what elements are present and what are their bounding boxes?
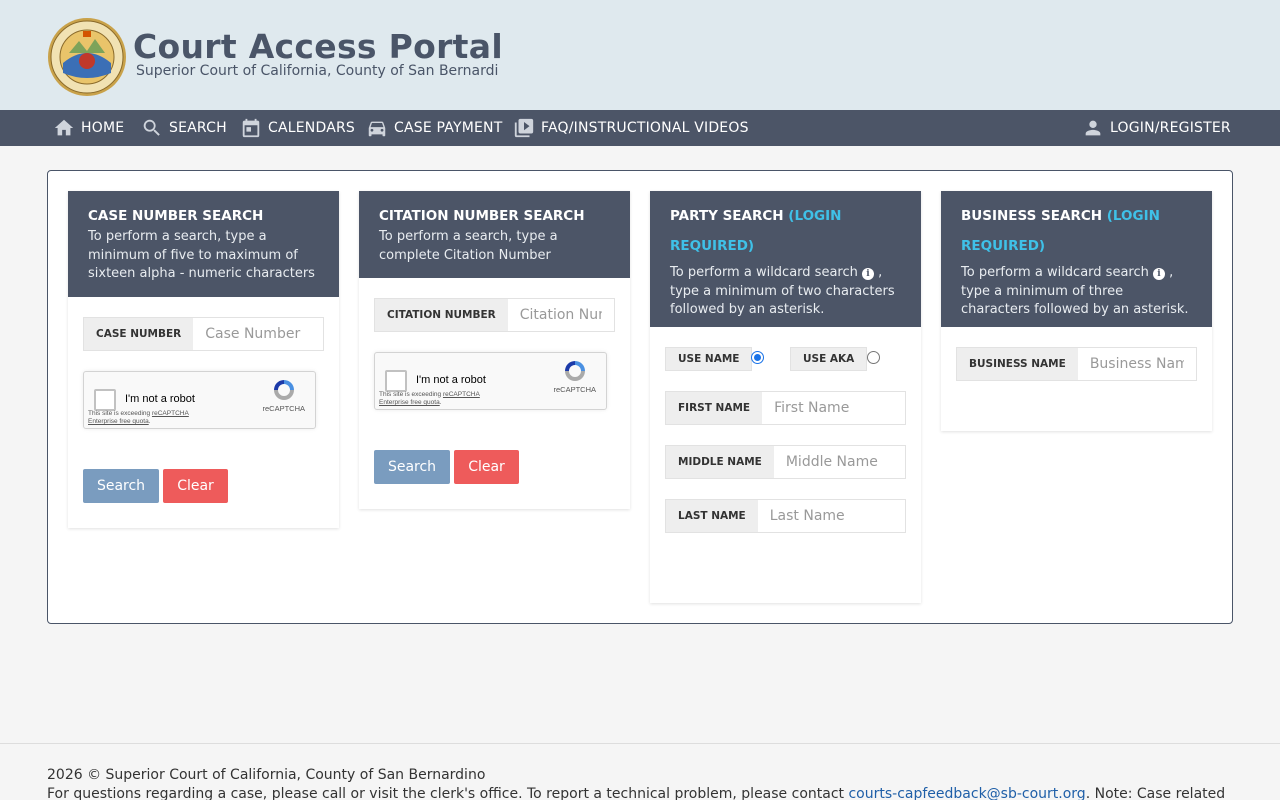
- recaptcha-label: I'm not a robot: [416, 374, 486, 386]
- citation-number-search-header: CITATION NUMBER SEARCH To perform a sear…: [359, 191, 630, 278]
- recaptcha-brand: reCAPTCHA: [553, 385, 596, 394]
- search-icon: [143, 119, 160, 136]
- recaptcha-label: I'm not a robot: [125, 393, 195, 405]
- nav-login-label: LOGIN/REGISTER: [1110, 120, 1231, 136]
- last-name-input[interactable]: [757, 500, 905, 532]
- last-name-label: LAST NAME: [666, 500, 758, 532]
- party-search-desc-a: To perform a wildcard search: [670, 265, 858, 280]
- nav-search-label: SEARCH: [169, 120, 227, 136]
- case-search-button[interactable]: Search: [83, 469, 159, 503]
- nav-calendars[interactable]: CALENDARS: [240, 110, 355, 146]
- use-aka-label: USE AKA: [790, 347, 868, 371]
- case-number-input[interactable]: [193, 318, 323, 350]
- citation-clear-button[interactable]: Clear: [454, 450, 519, 484]
- recaptcha-quota: This site is exceeding reCAPTCHA Enterpr…: [379, 391, 509, 407]
- nav-faq[interactable]: FAQ/INSTRUCTIONAL VIDEOS: [513, 110, 749, 146]
- use-name-radio[interactable]: [751, 351, 764, 364]
- citation-number-field: CITATION NUMBER: [374, 298, 615, 332]
- recaptcha-icon: [274, 380, 294, 400]
- citation-number-search-card: CITATION NUMBER SEARCH To perform a sear…: [359, 191, 630, 509]
- citation-number-search-title: CITATION NUMBER SEARCH: [379, 208, 585, 224]
- case-number-label: CASE NUMBER: [84, 318, 194, 350]
- citation-number-input[interactable]: [507, 299, 614, 331]
- case-number-search-title: CASE NUMBER SEARCH: [88, 208, 264, 224]
- recaptcha-widget: I'm not a robot reCAPTCHA This site is e…: [374, 352, 607, 410]
- nav-case-payment-label: CASE PAYMENT: [394, 120, 503, 136]
- business-search-title: BUSINESS SEARCH: [961, 208, 1103, 224]
- recaptcha-widget: I'm not a robot reCAPTCHA This site is e…: [83, 371, 316, 429]
- site-footer: 2026 © Superior Court of California, Cou…: [0, 743, 1280, 800]
- recaptcha-checkbox[interactable]: [94, 389, 116, 411]
- info-icon[interactable]: i: [1153, 268, 1165, 280]
- party-search-title: PARTY SEARCH: [670, 208, 784, 224]
- main-nav: HOME SEARCH CALENDARS CASE PAYMENT FAQ/I…: [0, 110, 1280, 146]
- recaptcha-quota: This site is exceeding reCAPTCHA Enterpr…: [88, 410, 218, 426]
- page-title: Court Access Portal: [133, 27, 503, 66]
- search-panel: CASE NUMBER SEARCH To perform a search, …: [47, 170, 1233, 624]
- recaptcha-quota-text: This site is exceeding: [88, 410, 152, 417]
- middle-name-field: MIDDLE NAME: [665, 445, 906, 479]
- nav-login[interactable]: LOGIN/REGISTER: [1082, 110, 1231, 146]
- nav-search[interactable]: SEARCH: [141, 110, 227, 146]
- recaptcha-quota-text: This site is exceeding: [379, 391, 443, 398]
- case-clear-button[interactable]: Clear: [163, 469, 228, 503]
- recaptcha-icon: [565, 361, 585, 381]
- citation-search-button[interactable]: Search: [374, 450, 450, 484]
- nav-home-label: HOME: [81, 120, 125, 136]
- recaptcha-quota-end: .: [148, 418, 151, 425]
- business-search-desc: To perform a wildcard search i , type a …: [961, 264, 1192, 320]
- footer-note-text: For questions regarding a case, please c…: [47, 786, 849, 800]
- case-number-field: CASE NUMBER: [83, 317, 324, 351]
- recaptcha-checkbox[interactable]: [385, 370, 407, 392]
- calendar-icon: [242, 118, 260, 138]
- car-icon: [368, 121, 386, 137]
- first-name-input[interactable]: [762, 392, 905, 424]
- page-subtitle: Superior Court of California, County of …: [136, 63, 499, 79]
- court-seal-logo[interactable]: [47, 17, 127, 97]
- feedback-email-link[interactable]: courts-capfeedback@sb-court.org: [848, 786, 1085, 800]
- citation-number-label: CITATION NUMBER: [375, 299, 508, 331]
- info-icon[interactable]: i: [862, 268, 874, 280]
- party-search-card: PARTY SEARCH (LOGIN REQUIRED) To perform…: [650, 191, 921, 603]
- home-icon: [54, 119, 74, 136]
- middle-name-input[interactable]: [773, 446, 905, 478]
- last-name-field: LAST NAME: [665, 499, 906, 533]
- business-search-title-row: BUSINESS SEARCH (LOGIN REQUIRED): [961, 201, 1192, 261]
- middle-name-label: MIDDLE NAME: [666, 446, 774, 478]
- nav-calendars-label: CALENDARS: [268, 120, 355, 136]
- video-library-icon: [514, 118, 534, 138]
- business-name-input[interactable]: [1077, 348, 1196, 380]
- first-name-label: FIRST NAME: [666, 392, 763, 424]
- business-search-card: BUSINESS SEARCH (LOGIN REQUIRED) To perf…: [941, 191, 1212, 431]
- citation-number-search-desc: To perform a search, type a complete Cit…: [379, 229, 558, 263]
- party-search-header: PARTY SEARCH (LOGIN REQUIRED) To perform…: [650, 191, 921, 327]
- footer-note: For questions regarding a case, please c…: [47, 786, 1225, 800]
- use-name-label: USE NAME: [665, 347, 753, 371]
- nav-faq-label: FAQ/INSTRUCTIONAL VIDEOS: [541, 120, 749, 136]
- case-number-search-header: CASE NUMBER SEARCH To perform a search, …: [68, 191, 339, 297]
- case-number-search-desc: To perform a search, type a minimum of f…: [88, 229, 315, 281]
- case-number-search-card: CASE NUMBER SEARCH To perform a search, …: [68, 191, 339, 528]
- footer-copyright: 2026 © Superior Court of California, Cou…: [47, 767, 486, 783]
- party-search-title-row: PARTY SEARCH (LOGIN REQUIRED): [670, 201, 901, 261]
- user-icon: [1085, 120, 1101, 136]
- party-search-desc: To perform a wildcard search i , type a …: [670, 264, 901, 320]
- footer-note-end: . Note: Case related: [1085, 786, 1226, 800]
- business-name-label: BUSINESS NAME: [957, 348, 1078, 380]
- recaptcha-brand: reCAPTCHA: [262, 404, 305, 413]
- nav-home[interactable]: HOME: [53, 110, 124, 146]
- recaptcha-quota-end: .: [439, 399, 442, 406]
- site-header: Court Access Portal Superior Court of Ca…: [0, 0, 1280, 110]
- first-name-field: FIRST NAME: [665, 391, 906, 425]
- business-search-header: BUSINESS SEARCH (LOGIN REQUIRED) To perf…: [941, 191, 1212, 327]
- business-name-field: BUSINESS NAME: [956, 347, 1197, 381]
- business-search-desc-a: To perform a wildcard search: [961, 265, 1149, 280]
- nav-case-payment[interactable]: CASE PAYMENT: [366, 110, 502, 146]
- use-aka-radio[interactable]: [867, 351, 880, 364]
